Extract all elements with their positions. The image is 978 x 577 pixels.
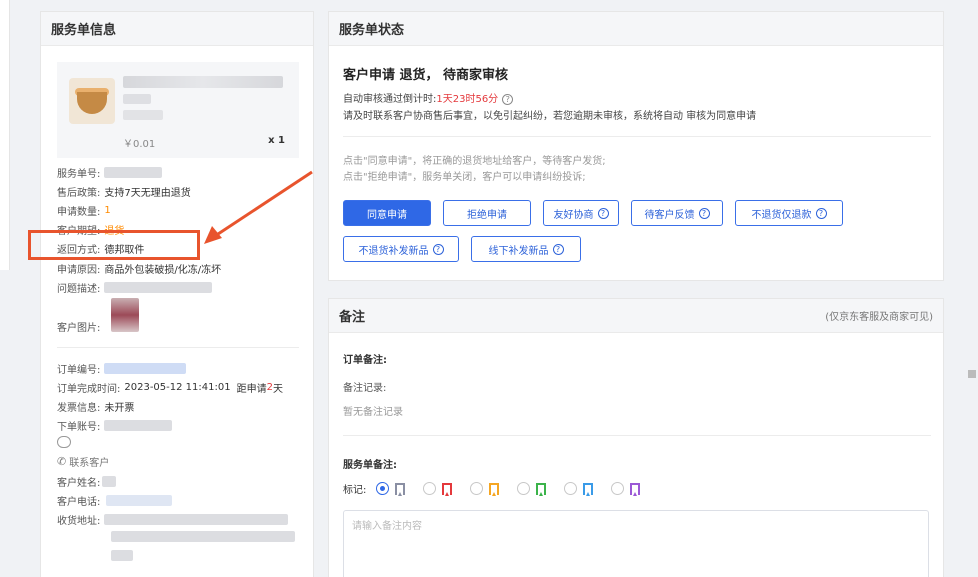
help-icon: ? [698,207,710,219]
order-remark-label: 订单备注: [343,355,387,366]
account-blurred [104,419,173,431]
tag-radio-red[interactable] [423,482,437,495]
help-icon: ? [815,207,827,219]
help-icon: ? [552,243,564,255]
tag-radio-purple[interactable] [611,482,625,495]
tag-radio-green[interactable] [517,482,531,495]
remark-title: 备注 [339,310,366,325]
reject-button[interactable]: 拒绝申请 [443,200,531,226]
chat-icon[interactable] [57,436,71,448]
refund-only-button[interactable]: 不退货仅退款? [735,200,843,226]
description-row: 问题描述: [57,279,213,295]
flag-gray-icon [395,482,406,496]
contact-customer-link[interactable]: ✆ 联系客户 [57,453,109,469]
notice-line: 请及时联系客户协商售后事宜，以免引起纠纷，若您逾期未审核，系统将自动 审核为同意… [343,111,757,122]
product-name-blurred [123,76,283,88]
service-no-row: 服务单号: [57,164,163,180]
order-no-link[interactable] [104,362,187,374]
tag-selector: 标记: [343,481,641,496]
return-method-highlight [28,230,200,260]
flag-purple-icon [630,482,641,496]
address-row: 收货地址: [57,511,289,527]
remark-header: 备注 (仅京东客服及商家可见) [329,299,943,333]
service-status-panel: 服务单状态 客户申请 退货， 待商家审核 自动审核通过倒计时:1天23时56分?… [328,11,944,281]
invoice-value: 未开票 [104,402,135,414]
reissue-button[interactable]: 不退货补发新品? [343,236,459,262]
product-image[interactable] [69,78,115,124]
no-remark-record: 暂无备注记录 [343,407,403,418]
customer-image-thumbnail[interactable] [111,298,139,332]
countdown-value: 1天23时56分 [436,94,499,105]
flag-yellow-icon [489,482,500,496]
remark-visibility-note: (仅京东客服及商家可见) [825,312,933,323]
tag-radio-blue[interactable] [564,482,578,495]
order-no-row: 订单编号: [57,360,187,376]
status-headline: 客户申请 退货， 待商家审核 [343,68,509,83]
invoice-row: 发票信息: 未开票 [57,398,134,414]
policy-row: 售后政策: 支持7天无理由退货 [57,183,191,199]
customer-phone-row: 客户电话: [57,492,173,508]
customer-name-row: 客户姓名: [57,473,117,489]
wait-feedback-button[interactable]: 待客户反馈? [631,200,723,226]
offline-reissue-button[interactable]: 线下补发新品? [471,236,581,262]
annotation-arrow [204,170,313,244]
service-remark-label: 服务单备注: [343,460,397,471]
customer-image-row: 客户图片: [57,322,101,334]
tip-agree: 点击"同意申请"，将正确的退货地址给客户，等待客户发货; [343,156,606,167]
service-status-header: 服务单状态 [329,12,943,46]
help-icon[interactable]: ? [502,93,514,105]
flag-green-icon [536,482,547,496]
service-status-title: 服务单状态 [339,23,405,38]
negotiate-button[interactable]: 友好协商? [543,200,619,226]
scrollbar-marker[interactable] [968,370,976,378]
page-left-strip [0,0,10,270]
order-done-value: 2023-05-12 11:41:01 [124,381,231,393]
tag-radio-gray[interactable] [376,482,390,495]
reason-value: 商品外包装破损/化冻/冻坏 [104,264,222,276]
tag-radio-yellow[interactable] [470,482,484,495]
policy-value: 支持7天无理由退货 [104,187,191,199]
address-blurred-line3 [111,550,133,561]
agree-button[interactable]: 同意申请 [343,200,431,226]
service-order-info-panel: 服务单信息 ￥0.01 x 1 服务单号: 售后政策: 支持7天无理由退货 申请… [40,11,314,577]
apply-qty-row: 申请数量: 1 [57,204,111,218]
service-no-blurred [104,166,163,178]
remark-record-label: 备注记录: [343,383,387,394]
countdown-line: 自动审核通过倒计时:1天23时56分? [343,90,514,105]
order-done-row: 订单完成时间: 2023-05-12 11:41:01 距申请 2 天 [57,381,283,395]
flag-red-icon [442,482,453,496]
service-order-info-header: 服务单信息 [41,12,313,46]
reason-row: 申请原因: 商品外包装破损/化冻/冻坏 [57,260,221,276]
tip-reject: 点击"拒绝申请"，服务单关闭，客户可以申请纠纷投诉; [343,172,586,183]
product-quantity: x 1 [268,135,285,146]
address-blurred-line2 [111,531,295,542]
product-price: ￥0.01 [123,139,156,150]
flag-blue-icon [583,482,594,496]
help-icon: ? [597,207,609,219]
remark-panel: 备注 (仅京东客服及商家可见) 订单备注: 备注记录: 暂无备注记录 服务单备注… [328,298,944,577]
product-card[interactable]: ￥0.01 x 1 [57,62,299,158]
account-row: 下单账号: [57,417,173,433]
remark-input[interactable] [343,510,929,577]
phone-icon: ✆ [57,454,67,468]
help-icon: ? [432,243,444,255]
description-blurred [104,281,213,293]
apply-qty-value: 1 [104,204,111,216]
service-order-info-title: 服务单信息 [51,23,117,38]
